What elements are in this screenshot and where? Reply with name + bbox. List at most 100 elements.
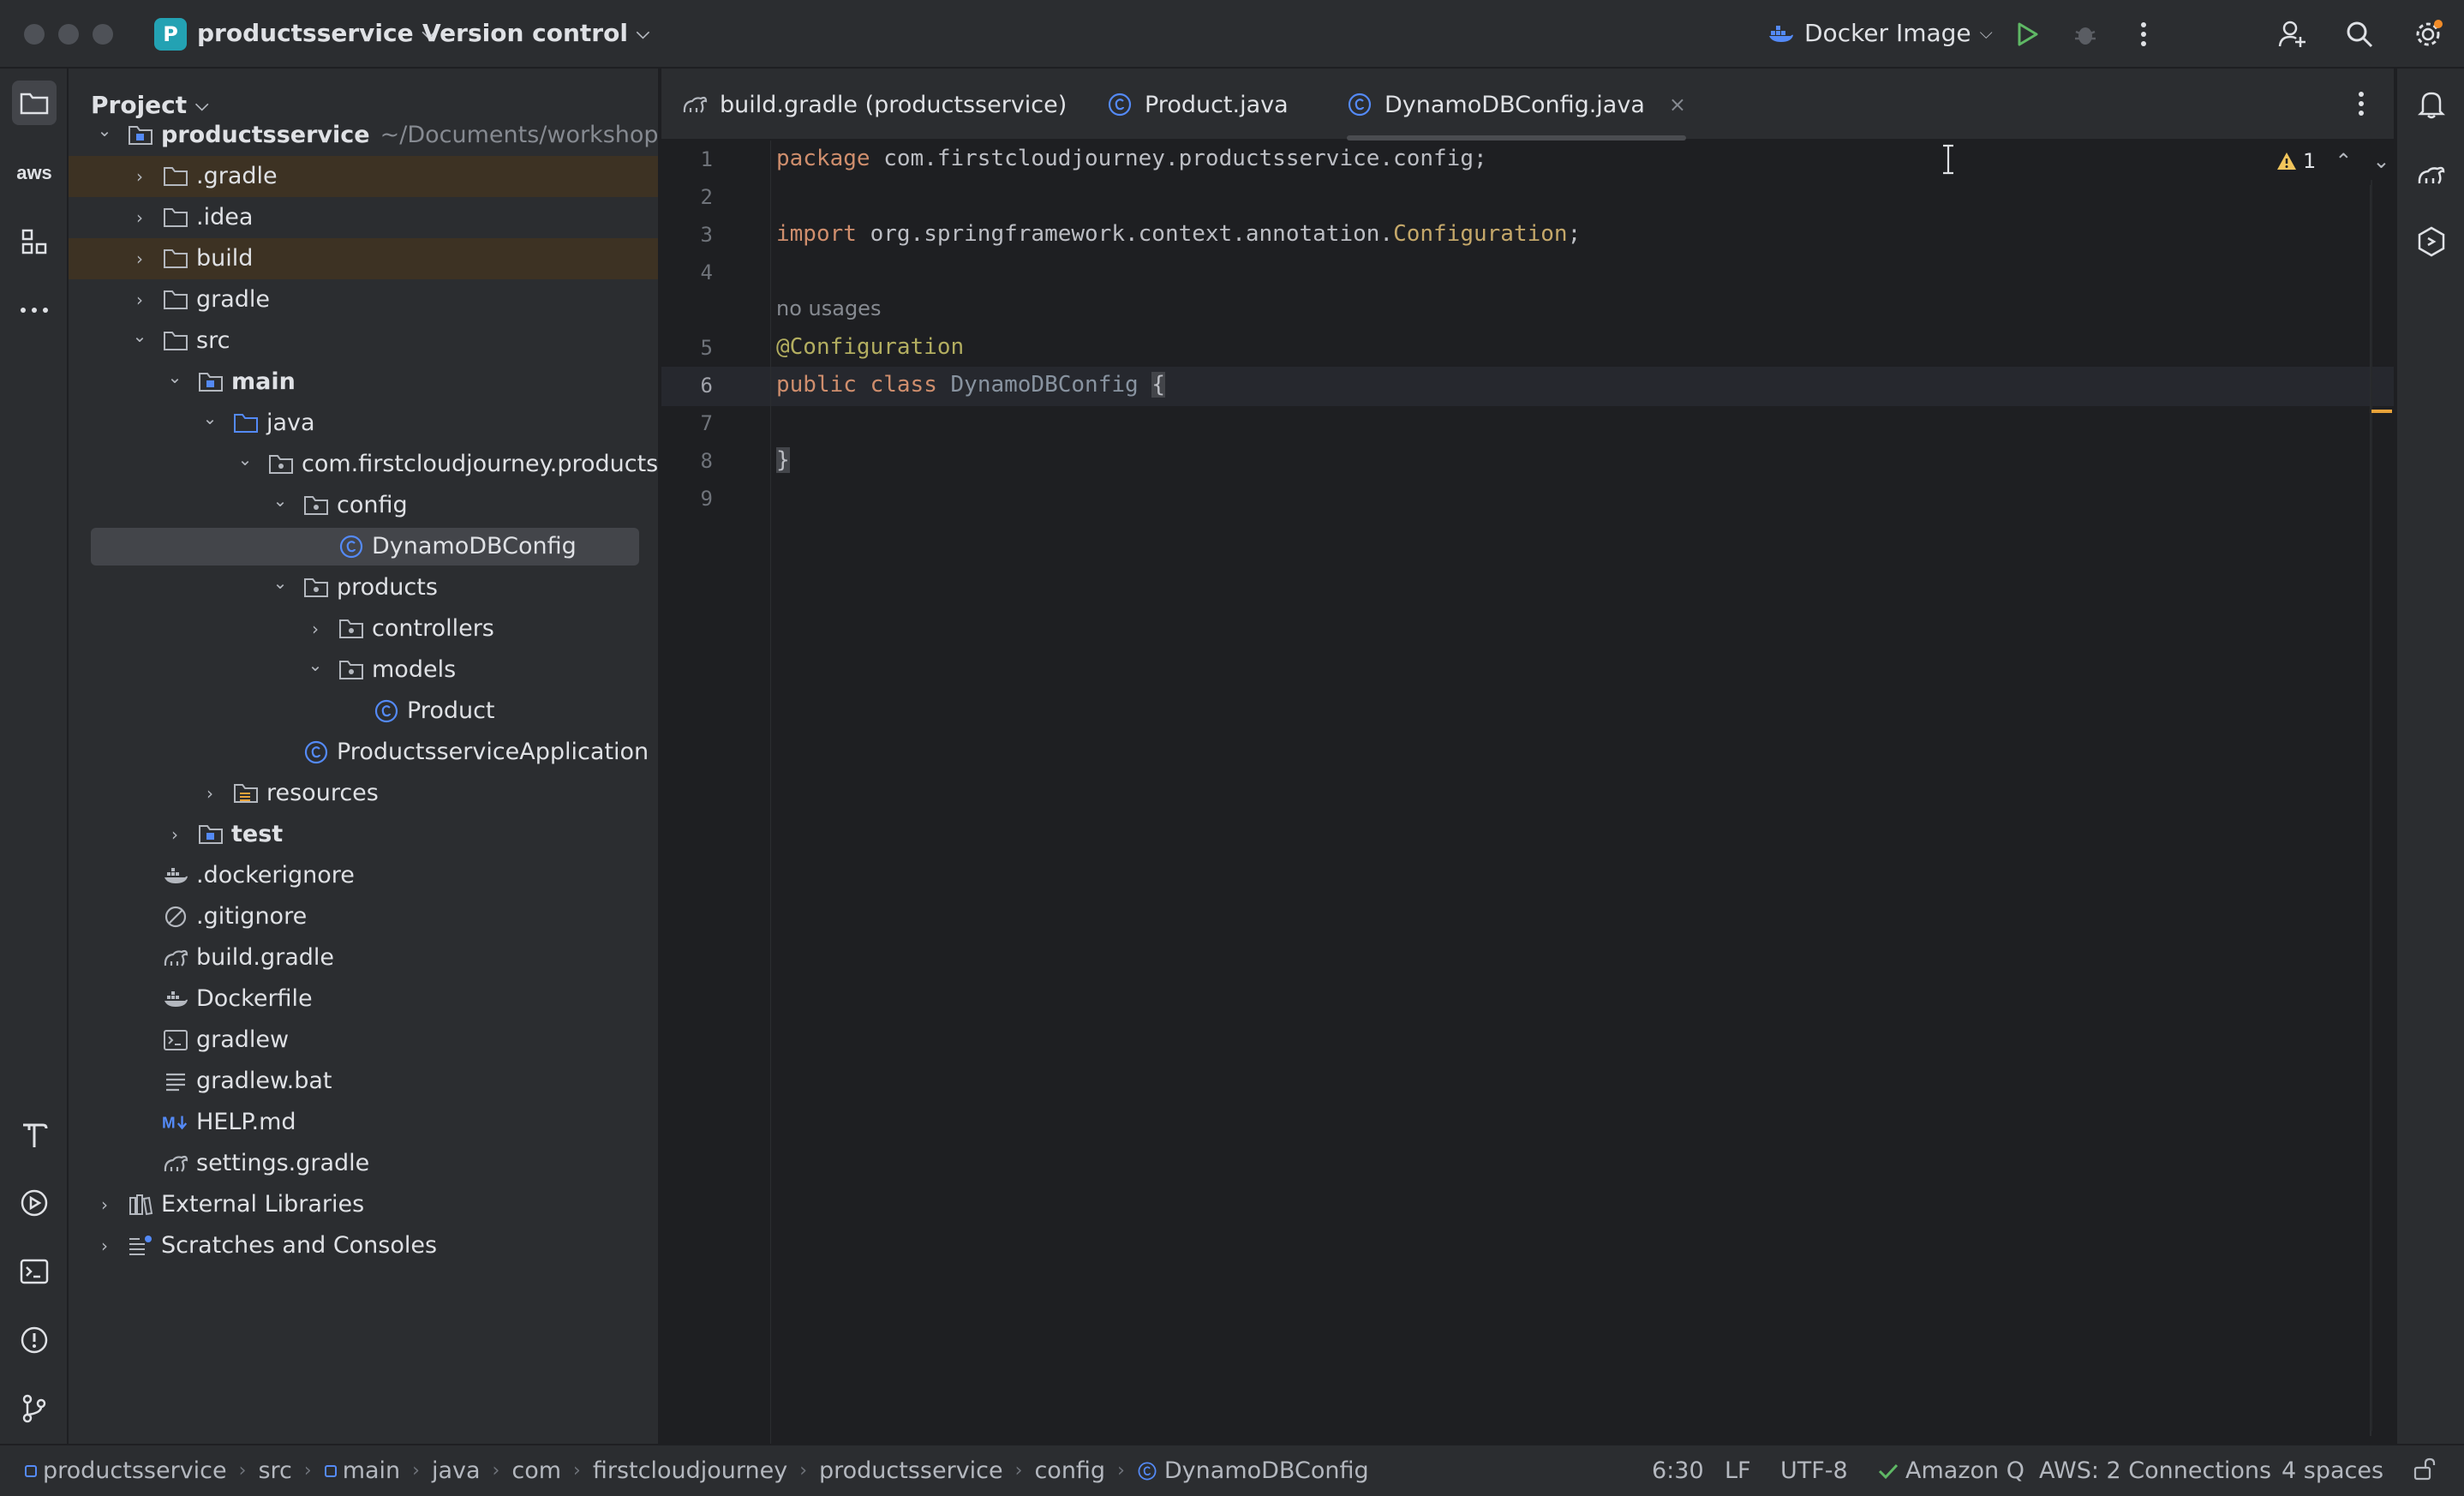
- line-number[interactable]: 1: [661, 147, 713, 171]
- chevron-right-icon[interactable]: ›: [305, 619, 326, 639]
- project-badge[interactable]: P: [154, 18, 187, 51]
- file-encoding[interactable]: UTF-8: [1780, 1457, 1848, 1484]
- breadcrumb-item[interactable]: src: [258, 1457, 291, 1484]
- gradle-panel-button[interactable]: [2409, 153, 2454, 197]
- tree-item[interactable]: ⌄ src: [69, 320, 658, 362]
- line-number[interactable]: 3: [661, 223, 713, 247]
- line-number[interactable]: 4: [661, 260, 713, 284]
- chevron-down-icon[interactable]: ⌄: [94, 120, 115, 141]
- tab-dynamodbconfig-java[interactable]: DynamoDBConfig.java ×: [1347, 69, 1686, 141]
- previous-highlight-icon[interactable]: ⌃: [2335, 149, 2352, 173]
- chevron-right-icon[interactable]: ›: [94, 1236, 115, 1256]
- code-vision-usages[interactable]: no usages: [776, 296, 881, 320]
- aws-toolkit-button[interactable]: aws: [12, 151, 57, 195]
- chevron-down-icon[interactable]: ⌄: [305, 655, 326, 675]
- tree-item[interactable]: ⌄ models: [69, 649, 658, 691]
- indent-setting[interactable]: 4 spaces: [2282, 1457, 2383, 1484]
- line-number[interactable]: 9: [661, 487, 713, 511]
- chevron-down-icon[interactable]: ⌄: [270, 490, 290, 511]
- chevron-right-icon[interactable]: ›: [164, 824, 185, 845]
- warning-marker[interactable]: [2371, 410, 2392, 413]
- cursor-position[interactable]: 6:30: [1652, 1457, 1704, 1484]
- tree-item[interactable]: › Scratches and Consoles: [69, 1225, 658, 1266]
- code-with-me-button[interactable]: [2274, 15, 2311, 53]
- tree-item[interactable]: ⌄ main: [69, 362, 658, 403]
- breadcrumb-item[interactable]: config: [1034, 1457, 1105, 1484]
- chevron-right-icon[interactable]: ›: [129, 290, 150, 310]
- tree-item[interactable]: M HELP.md: [69, 1102, 658, 1143]
- problems-tool-button[interactable]: [12, 1318, 57, 1362]
- tree-item[interactable]: gradlew: [69, 1020, 658, 1061]
- run-button[interactable]: [2008, 15, 2046, 53]
- tree-item[interactable]: › External Libraries: [69, 1184, 658, 1225]
- tree-item[interactable]: build.gradle: [69, 937, 658, 978]
- more-tools-button[interactable]: [12, 288, 57, 332]
- window-zoom-button[interactable]: [93, 24, 113, 45]
- inspection-widget[interactable]: 1 ⌃ ⌄: [2276, 149, 2390, 173]
- notifications-button[interactable]: [2409, 82, 2454, 127]
- line-number[interactable]: 7: [661, 411, 713, 435]
- chevron-down-icon[interactable]: ⌄: [235, 449, 255, 470]
- tree-item[interactable]: .dockerignore: [69, 855, 658, 896]
- tree-item[interactable]: DynamoDBConfig: [69, 526, 658, 567]
- breadcrumb-item[interactable]: com: [511, 1457, 561, 1484]
- tree-item[interactable]: ⌄ products: [69, 567, 658, 608]
- breadcrumb-item[interactable]: DynamoDBConfig: [1164, 1457, 1369, 1484]
- line-number[interactable]: 2: [661, 185, 713, 209]
- tree-item[interactable]: › controllers: [69, 608, 658, 649]
- version-control-menu[interactable]: Version control ⌵: [422, 19, 649, 47]
- services-tool-button[interactable]: [12, 1181, 57, 1225]
- tree-item[interactable]: › build: [69, 238, 658, 279]
- tree-item[interactable]: › test: [69, 814, 658, 855]
- tree-item[interactable]: ⌄ config: [69, 485, 658, 526]
- tab-product-java[interactable]: Product.java: [1107, 69, 1289, 141]
- tree-item[interactable]: .gitignore: [69, 896, 658, 937]
- chevron-down-icon[interactable]: ⌄: [270, 572, 290, 593]
- line-number[interactable]: 8: [661, 449, 713, 473]
- chevron-down-icon[interactable]: ⌄: [164, 367, 185, 387]
- chevron-right-icon[interactable]: ›: [94, 1194, 115, 1215]
- debug-button[interactable]: [2066, 15, 2104, 53]
- tree-item[interactable]: › .idea: [69, 197, 658, 238]
- chevron-right-icon[interactable]: ›: [129, 248, 150, 269]
- git-tool-button[interactable]: [12, 1386, 57, 1431]
- structure-tool-button[interactable]: [12, 219, 57, 264]
- tree-item[interactable]: ⌄ com.firstcloudjourney.productsserv: [69, 444, 658, 485]
- amazon-q-status[interactable]: Amazon Q: [1878, 1457, 2024, 1484]
- chevron-right-icon[interactable]: ›: [129, 166, 150, 187]
- gradle-tool-button[interactable]: [12, 1112, 57, 1157]
- read-only-toggle[interactable]: [2413, 1457, 2437, 1481]
- project-tool-button[interactable]: [12, 81, 57, 125]
- breadcrumb-item[interactable]: main: [343, 1457, 400, 1484]
- chevron-right-icon[interactable]: ›: [129, 207, 150, 228]
- chevron-down-icon[interactable]: ⌄: [129, 326, 150, 346]
- chevron-down-icon[interactable]: ⌄: [200, 408, 220, 428]
- tree-item[interactable]: gradlew.bat: [69, 1061, 658, 1102]
- next-highlight-icon[interactable]: ⌄: [2372, 149, 2389, 173]
- tab-options-button[interactable]: [2358, 91, 2365, 123]
- chevron-right-icon[interactable]: ›: [200, 783, 220, 804]
- aws-connections-status[interactable]: AWS: 2 Connections: [2039, 1457, 2271, 1484]
- tree-item[interactable]: › resources: [69, 773, 658, 814]
- more-actions-button[interactable]: [2125, 15, 2162, 53]
- tree-item[interactable]: ⌄ productsservice ~/Documents/workshope/pr…: [69, 115, 658, 156]
- window-minimize-button[interactable]: [58, 24, 79, 45]
- breadcrumb-item[interactable]: productsservice: [819, 1457, 1003, 1484]
- line-number[interactable]: 5: [661, 336, 713, 360]
- line-separator[interactable]: LF: [1725, 1457, 1751, 1484]
- settings-button[interactable]: [2409, 15, 2447, 53]
- amazon-q-panel-button[interactable]: [2409, 219, 2454, 264]
- run-configuration-selector[interactable]: Docker Image ⌵: [1768, 19, 1993, 47]
- code-editor[interactable]: 1 2 3 4 5 6 7 8 9 package com.firstcloudjourney.…: [661, 141, 2394, 1444]
- window-close-button[interactable]: [24, 24, 45, 45]
- close-tab-button[interactable]: ×: [1669, 93, 1686, 117]
- project-switcher[interactable]: productsservice ⌵: [197, 19, 435, 47]
- breadcrumb-item[interactable]: productsservice: [43, 1457, 227, 1484]
- tree-item[interactable]: › .gradle: [69, 156, 658, 197]
- tree-item[interactable]: ⌄ java: [69, 403, 658, 444]
- tree-item[interactable]: ProductsserviceApplication: [69, 732, 658, 773]
- terminal-tool-button[interactable]: [12, 1249, 57, 1294]
- breadcrumb-item[interactable]: firstcloudjourney: [593, 1457, 787, 1484]
- search-everywhere-button[interactable]: [2341, 15, 2378, 53]
- tab-build-gradle[interactable]: build.gradle (productsservice): [682, 69, 1067, 141]
